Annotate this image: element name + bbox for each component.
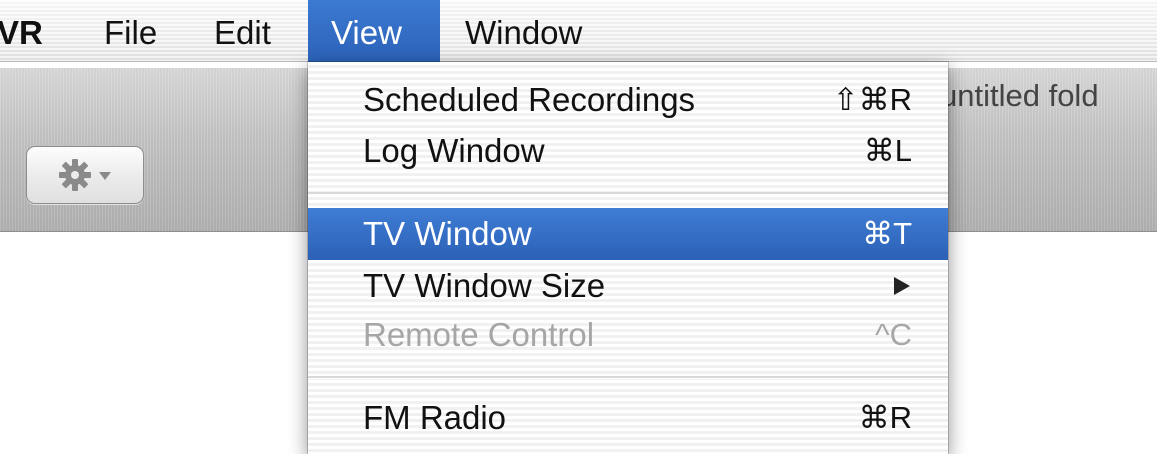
- menu-item-shortcut: ⌘L: [863, 133, 912, 168]
- menubar-edit[interactable]: Edit: [214, 0, 271, 62]
- menu-item-label: Log Window: [363, 132, 545, 169]
- menubar-view[interactable]: View: [308, 0, 440, 62]
- menu-item-label: Scheduled Recordings: [363, 81, 696, 118]
- menu-separator: [308, 192, 948, 195]
- menubar-window[interactable]: Window: [465, 0, 582, 62]
- menu-item-shortcut: ⇧⌘R: [832, 82, 912, 117]
- menu-item-label: Remote Control: [363, 316, 595, 353]
- menu-item-label: FM Radio: [363, 399, 507, 436]
- menu-bar: VR File Edit View Window: [0, 0, 1157, 62]
- menu-item-tv-window-size[interactable]: TV Window Size: [308, 260, 948, 312]
- menu-item-shortcut: ^C: [875, 317, 912, 352]
- gear-icon: [59, 159, 91, 191]
- chevron-down-icon: [99, 172, 111, 180]
- menubar-file[interactable]: File: [104, 0, 157, 62]
- menu-item-remote-control: Remote Control ^C: [308, 309, 948, 361]
- menu-item-shortcut: ⌘R: [858, 400, 912, 435]
- menu-item-label: TV Window Size: [363, 267, 606, 304]
- folder-title: untitled fold: [940, 78, 1099, 113]
- menu-item-label: TV Window: [363, 215, 532, 252]
- menu-separator: [308, 376, 948, 379]
- menu-item-fm-radio[interactable]: FM Radio ⌘R: [308, 392, 948, 444]
- submenu-arrow-icon: [894, 277, 910, 295]
- menubar-app-menu[interactable]: VR: [0, 0, 60, 62]
- view-menu: Scheduled Recordings ⇧⌘R Log Window ⌘L T…: [308, 62, 948, 454]
- menu-item-tv-window[interactable]: TV Window ⌘T: [308, 208, 948, 260]
- menu-item-shortcut: ⌘T: [862, 216, 912, 251]
- menu-item-scheduled-recordings[interactable]: Scheduled Recordings ⇧⌘R: [308, 74, 948, 126]
- menu-item-log-window[interactable]: Log Window ⌘L: [308, 125, 948, 177]
- action-menu-button[interactable]: [26, 146, 144, 204]
